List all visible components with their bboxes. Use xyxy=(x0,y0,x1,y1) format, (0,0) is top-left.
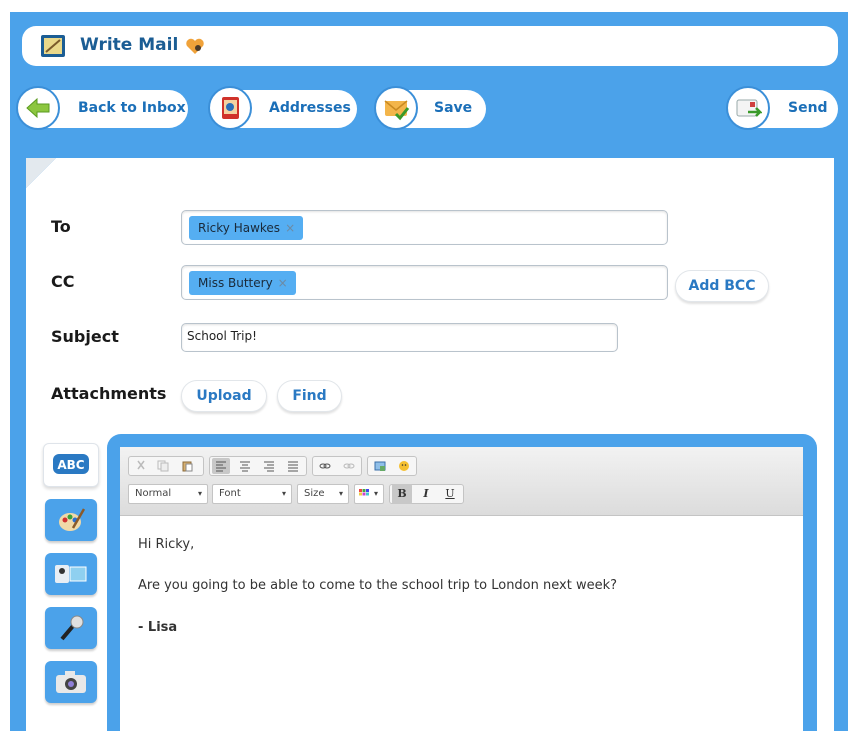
subject-label: Subject xyxy=(51,327,119,346)
chevron-down-icon: ▾ xyxy=(338,489,343,498)
chevron-down-icon: ▾ xyxy=(373,489,378,498)
font-select[interactable]: Font ▾ xyxy=(212,484,292,504)
copy-icon[interactable] xyxy=(157,460,169,472)
to-field[interactable]: Ricky Hawkes × xyxy=(181,210,668,245)
emoticon-icon[interactable] xyxy=(398,460,410,472)
abc-icon-label: ABC xyxy=(57,458,84,472)
recipient-name: Ricky Hawkes xyxy=(198,221,281,235)
addresses-button[interactable]: Addresses xyxy=(208,86,357,130)
align-center-icon[interactable] xyxy=(239,460,251,472)
audio-record-button[interactable] xyxy=(45,607,97,649)
clipboard-group xyxy=(128,456,204,476)
chevron-down-icon: ▾ xyxy=(281,489,286,498)
insert-group xyxy=(367,456,417,476)
heart-icon xyxy=(186,38,204,54)
size-select[interactable]: Size ▾ xyxy=(297,484,349,504)
align-right-icon[interactable] xyxy=(263,460,275,472)
align-justify-icon[interactable] xyxy=(287,460,299,472)
send-button[interactable]: Send xyxy=(726,86,838,130)
alignment-group xyxy=(209,456,307,476)
chevron-down-icon: ▾ xyxy=(197,489,202,498)
link-group xyxy=(312,456,362,476)
text-color-select[interactable]: ▾ xyxy=(354,484,384,504)
subject-input[interactable]: School Trip! xyxy=(181,323,618,352)
cut-icon[interactable] xyxy=(135,460,147,472)
save-button[interactable]: Save xyxy=(374,86,486,130)
bold-button[interactable]: B xyxy=(392,484,412,504)
remove-cc-icon[interactable]: × xyxy=(278,276,288,290)
insert-image-icon[interactable] xyxy=(374,460,386,472)
find-button[interactable]: Find xyxy=(277,380,342,412)
cc-recipient-tag[interactable]: Miss Buttery × xyxy=(189,271,296,295)
add-bcc-button[interactable]: Add BCC xyxy=(675,270,769,302)
spellcheck-button[interactable]: ABC xyxy=(43,443,99,487)
write-mail-icon xyxy=(41,35,65,57)
cc-field[interactable]: Miss Buttery × xyxy=(181,265,668,300)
title-bar: Write Mail xyxy=(22,26,838,66)
send-mail-icon xyxy=(726,86,770,130)
subject-value: School Trip! xyxy=(187,329,257,343)
remove-recipient-icon[interactable]: × xyxy=(285,221,295,235)
align-left-icon[interactable] xyxy=(215,460,227,472)
unlink-icon[interactable] xyxy=(343,460,355,472)
back-to-inbox-button[interactable]: Back to Inbox xyxy=(16,86,188,130)
message-line-greeting: Hi Ricky, xyxy=(138,537,195,552)
save-envelope-icon xyxy=(374,86,418,130)
to-label: To xyxy=(51,217,71,236)
back-arrow-icon xyxy=(16,86,60,130)
camera-button[interactable] xyxy=(45,661,97,703)
attachments-label: Attachments xyxy=(51,384,167,403)
abc-icon: ABC xyxy=(53,454,89,474)
camera-icon xyxy=(56,671,86,693)
message-line-signature: - Lisa xyxy=(138,620,178,635)
format-select[interactable]: Normal ▾ xyxy=(128,484,208,504)
link-icon[interactable] xyxy=(319,460,331,472)
color-grid-icon xyxy=(359,489,369,496)
message-line-body: Are you going to be able to come to the … xyxy=(138,578,618,593)
paint-button[interactable] xyxy=(45,499,97,541)
address-book-icon xyxy=(208,86,252,130)
upload-button[interactable]: Upload xyxy=(181,380,267,412)
video-button[interactable] xyxy=(45,553,97,595)
page-title: Write Mail xyxy=(80,35,179,55)
paste-icon[interactable] xyxy=(181,460,193,472)
cc-recipient-name: Miss Buttery xyxy=(198,276,273,290)
microphone-icon xyxy=(60,615,84,641)
paint-palette-icon xyxy=(59,508,85,531)
italic-button[interactable]: I xyxy=(416,484,436,504)
video-camera-icon xyxy=(55,565,87,583)
page-curl-shadow xyxy=(26,158,56,188)
recipient-tag[interactable]: Ricky Hawkes × xyxy=(189,216,304,240)
cc-label: CC xyxy=(51,272,75,291)
underline-button[interactable]: U xyxy=(440,484,460,504)
